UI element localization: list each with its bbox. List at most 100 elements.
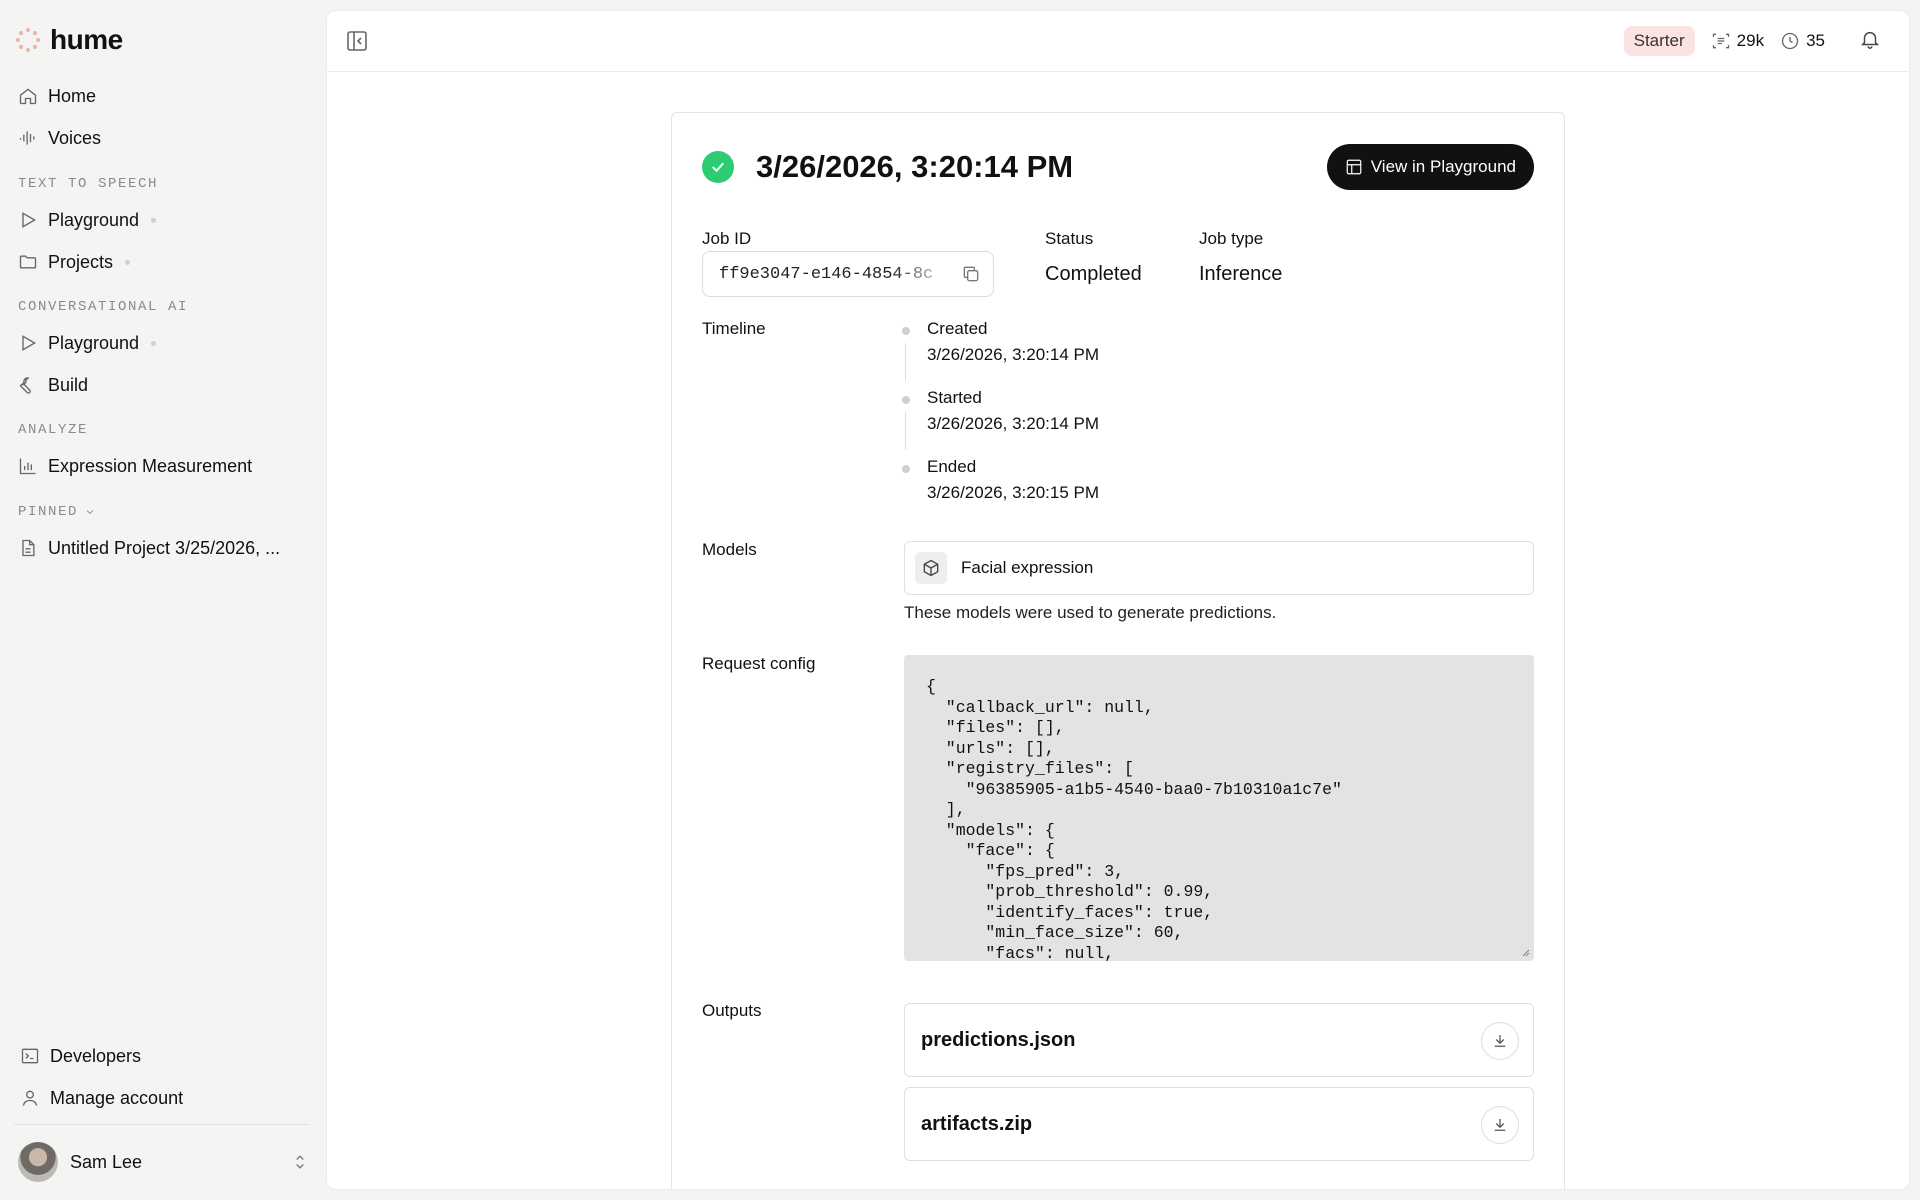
model-item: Facial expression [904, 541, 1534, 595]
timeline-event-label: Created [927, 319, 988, 338]
job-title: 3/26/2026, 3:20:14 PM [756, 149, 1074, 184]
cube-icon [915, 552, 947, 584]
indicator-dot [151, 340, 157, 346]
terminal-icon [21, 1048, 39, 1064]
timeline-item-started: Started 3/26/2026, 3:20:14 PM [902, 388, 1099, 457]
bell-icon [1860, 31, 1880, 49]
timeline-item-created: Created 3/26/2026, 3:20:14 PM [902, 319, 1099, 388]
sidebar-item-projects[interactable]: Projects [18, 248, 131, 276]
section-label-conversational-ai: CONVERSATIONAL AI [18, 299, 189, 315]
timeline-event-time: 3/26/2026, 3:20:14 PM [927, 414, 1100, 433]
sidebar-item-voices[interactable]: Voices [18, 124, 101, 152]
chevron-up-down-icon [296, 1155, 304, 1169]
download-button[interactable] [1481, 1022, 1519, 1060]
request-config-textarea[interactable]: { "callback_url": null, "files": [], "ur… [904, 655, 1534, 961]
layout-icon [1346, 159, 1362, 175]
timeline-event-time: 3/26/2026, 3:20:14 PM [927, 345, 1100, 364]
waveform-icon [19, 131, 35, 145]
sidebar-item-tts-playground[interactable]: Playground [18, 206, 157, 234]
plan-badge[interactable]: Starter [1623, 26, 1695, 56]
success-check-icon [702, 151, 734, 183]
models-note: These models were used to generate predi… [904, 603, 1277, 622]
characters-icon [1712, 33, 1729, 49]
view-in-playground-label: View in Playground [1370, 157, 1516, 176]
logo-mark-icon [16, 28, 40, 52]
play-icon [22, 212, 37, 228]
output-file-name: artifacts.zip [921, 1112, 1033, 1135]
timeline-event-label: Started [927, 388, 982, 407]
minutes-usage[interactable]: 35 [1780, 31, 1825, 51]
request-config-label: Request config [702, 654, 816, 673]
sidebar-item-build[interactable]: Build [18, 371, 88, 399]
model-name: Facial expression [961, 558, 1094, 577]
output-file-artifacts[interactable]: artifacts.zip [904, 1087, 1534, 1161]
resize-handle-icon[interactable] [1520, 947, 1530, 957]
section-label-analyze: ANALYZE [18, 422, 89, 438]
sidebar-item-developers[interactable]: Developers [20, 1042, 141, 1070]
sidebar-item-label: Playground [48, 209, 140, 230]
section-label-text-to-speech: TEXT TO SPEECH [18, 176, 159, 192]
notifications-button[interactable] [1841, 28, 1881, 55]
sidebar-item-label: Home [48, 85, 97, 106]
status-label: Status [1045, 229, 1094, 248]
sidebar-item-label: Build [48, 374, 89, 395]
job-id-field[interactable]: ff9e3047-e146-4854-8c [702, 251, 994, 297]
timeline-item-ended: Ended 3/26/2026, 3:20:15 PM [902, 457, 1099, 526]
timeline-label: Timeline [702, 319, 766, 338]
chevron-down-icon [86, 510, 94, 515]
output-file-predictions[interactable]: predictions.json [904, 1003, 1534, 1077]
sidebar-item-label: Untitled Project 3/25/2026, ... [48, 537, 281, 558]
wrench-icon [19, 377, 31, 394]
section-label-pinned[interactable]: PINNED [18, 504, 96, 520]
section-label-text: PINNED [18, 504, 79, 520]
collapse-sidebar-button[interactable] [345, 29, 369, 53]
sidebar-item-label: Developers [50, 1045, 142, 1066]
outputs-label: Outputs [702, 1001, 762, 1020]
copy-icon[interactable] [961, 264, 981, 284]
topbar: Starter 29k 35 [327, 11, 1909, 72]
hume-logo[interactable]: hume [16, 24, 123, 56]
download-button[interactable] [1481, 1106, 1519, 1144]
characters-usage[interactable]: 29k [1711, 31, 1764, 51]
sidebar-item-pinned-project[interactable]: Untitled Project 3/25/2026, ... [18, 534, 280, 562]
timeline-event-time: 3/26/2026, 3:20:15 PM [927, 483, 1100, 502]
view-in-playground-button[interactable]: View in Playground [1326, 144, 1534, 190]
sidebar-item-label: Expression Measurement [48, 455, 253, 476]
home-icon [19, 88, 37, 105]
indicator-dot [151, 217, 157, 223]
minutes-count: 35 [1806, 31, 1825, 50]
avatar [18, 1142, 58, 1182]
document-icon [22, 539, 35, 557]
output-file-name: predictions.json [921, 1028, 1076, 1051]
job-details-card: 3/26/2026, 3:20:14 PM View in Playground… [671, 112, 1565, 1189]
play-icon [22, 335, 37, 351]
user-name: Sam Lee [70, 1151, 143, 1172]
sidebar-collapse-icon [347, 31, 367, 51]
download-icon [1494, 1119, 1506, 1131]
sidebar-item-expression-measurement[interactable]: Expression Measurement [18, 452, 252, 480]
characters-count: 29k [1736, 31, 1765, 50]
folder-icon [19, 255, 37, 269]
user-icon [22, 1090, 38, 1106]
bar-chart-icon [19, 458, 36, 475]
download-icon [1494, 1035, 1506, 1047]
models-label: Models [702, 540, 757, 559]
main-panel: Starter 29k 35 3/26/2026, 3:20:14 PM Vie… [326, 10, 1910, 1190]
user-menu[interactable]: Sam Lee [18, 1140, 310, 1184]
sidebar-item-home[interactable]: Home [18, 82, 96, 110]
sidebar-item-label: Voices [48, 127, 102, 148]
clock-icon [1781, 32, 1799, 50]
indicator-dot [125, 259, 131, 265]
job-id-label: Job ID [702, 229, 752, 248]
timeline-event-label: Ended [927, 457, 977, 476]
logo-text: hume [50, 24, 123, 55]
sidebar-item-label: Manage account [50, 1087, 184, 1108]
timeline: Created 3/26/2026, 3:20:14 PM Started 3/… [902, 319, 1099, 526]
sidebar-item-manage-account[interactable]: Manage account [20, 1084, 183, 1112]
request-config-code: { "callback_url": null, "files": [], "ur… [926, 677, 1342, 961]
job-type-label: Job type [1199, 229, 1264, 248]
status-value: Completed [1045, 263, 1142, 285]
sidebar: hume Home Voices TEXT TO SPEECH Playgrou… [0, 0, 326, 1200]
sidebar-item-evi-playground[interactable]: Playground [18, 329, 157, 357]
sidebar-divider [14, 1124, 310, 1125]
